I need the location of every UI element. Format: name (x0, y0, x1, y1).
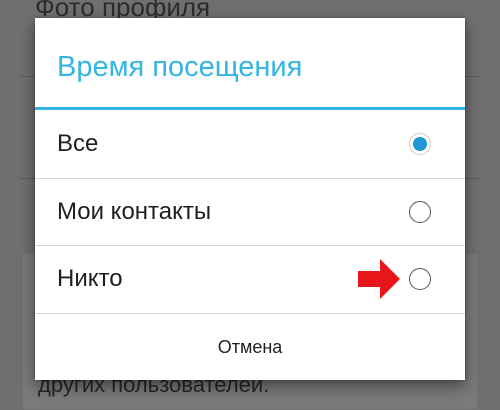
cancel-button[interactable]: Отмена (35, 314, 465, 380)
radio-selected-icon[interactable] (409, 133, 431, 155)
last-seen-dialog: Время посещения Все Мои контакты Никто О… (35, 18, 465, 380)
title-divider (35, 107, 465, 110)
option-my-contacts[interactable]: Мои контакты (35, 179, 465, 245)
option-label: Никто (57, 265, 123, 292)
radio-unselected-icon[interactable] (409, 201, 431, 223)
red-arrow-icon (358, 259, 400, 299)
option-nobody[interactable]: Никто (35, 246, 465, 312)
option-label: Все (57, 130, 99, 157)
option-everyone[interactable]: Все (35, 111, 465, 177)
option-label: Мои контакты (57, 198, 212, 225)
radio-unselected-icon[interactable] (409, 268, 431, 290)
background-item-profile-photo: Фото профиля (35, 0, 211, 22)
dialog-title: Время посещения (57, 51, 303, 83)
radio-dot-icon (413, 137, 427, 151)
